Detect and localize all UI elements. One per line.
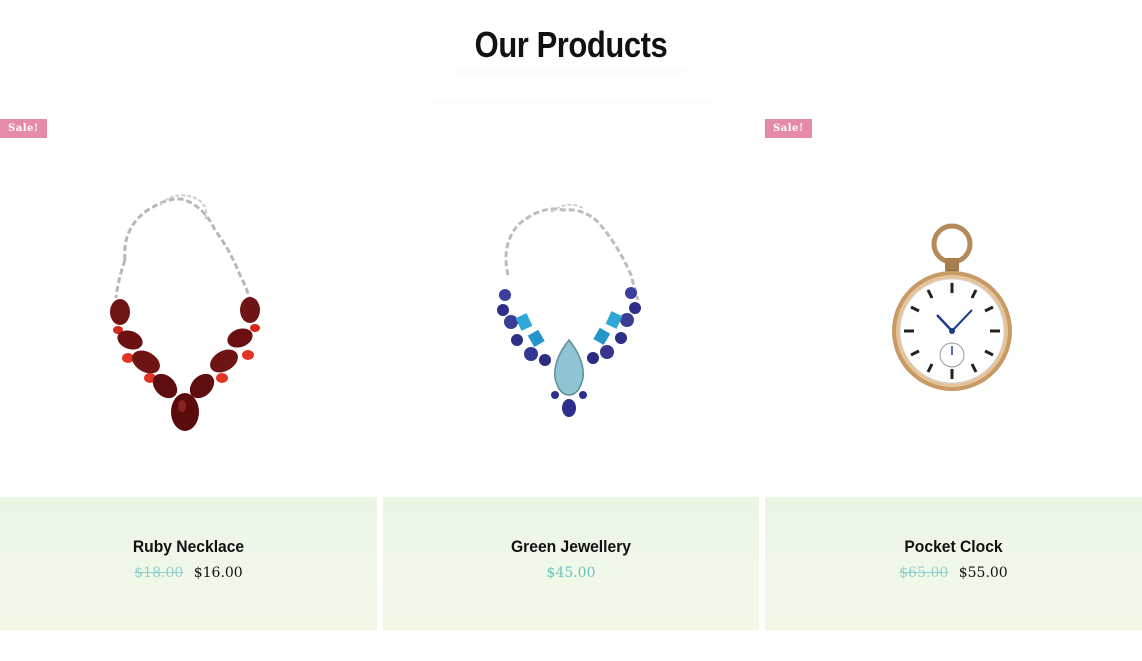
sale-price: $55.00 bbox=[958, 565, 1008, 581]
sale-badge: Sale! bbox=[765, 119, 812, 138]
price-row: $18.00 $16.00 bbox=[0, 565, 377, 581]
ruby-necklace-image bbox=[110, 194, 260, 431]
blue-necklace-image bbox=[497, 203, 641, 417]
price: $45.00 bbox=[546, 565, 596, 581]
price-row: $65.00 $55.00 bbox=[765, 565, 1142, 581]
old-price: $65.00 bbox=[899, 565, 949, 581]
pocket-watch-image bbox=[892, 223, 1012, 391]
title-divider bbox=[456, 70, 686, 80]
price-row: $45.00 bbox=[383, 565, 759, 581]
product-info: Green Jewellery $45.00 bbox=[383, 497, 759, 630]
sale-price: $16.00 bbox=[193, 565, 243, 581]
product-card-ruby-necklace[interactable]: Sale! Ruby Necklace $18.00 $16.00 bbox=[0, 110, 377, 630]
product-info: Ruby Necklace $18.00 $16.00 bbox=[0, 497, 377, 630]
product-name[interactable]: Green Jewellery bbox=[398, 537, 744, 557]
product-image[interactable] bbox=[765, 150, 1142, 495]
product-image[interactable] bbox=[0, 150, 377, 495]
product-card-pocket-clock[interactable]: Sale! Pocket Clock $65.00 $55.00 bbox=[765, 110, 1142, 630]
old-price: $18.00 bbox=[134, 565, 184, 581]
sale-badge: Sale! bbox=[0, 119, 47, 138]
product-card-green-jewellery[interactable]: Green Jewellery $45.00 bbox=[383, 110, 759, 630]
section-title: Our Products bbox=[474, 24, 668, 65]
product-info: Pocket Clock $65.00 $55.00 bbox=[765, 497, 1142, 630]
title-divider-secondary bbox=[432, 100, 710, 108]
product-name[interactable]: Ruby Necklace bbox=[15, 537, 362, 557]
product-image[interactable] bbox=[383, 150, 759, 495]
product-name[interactable]: Pocket Clock bbox=[780, 537, 1127, 557]
